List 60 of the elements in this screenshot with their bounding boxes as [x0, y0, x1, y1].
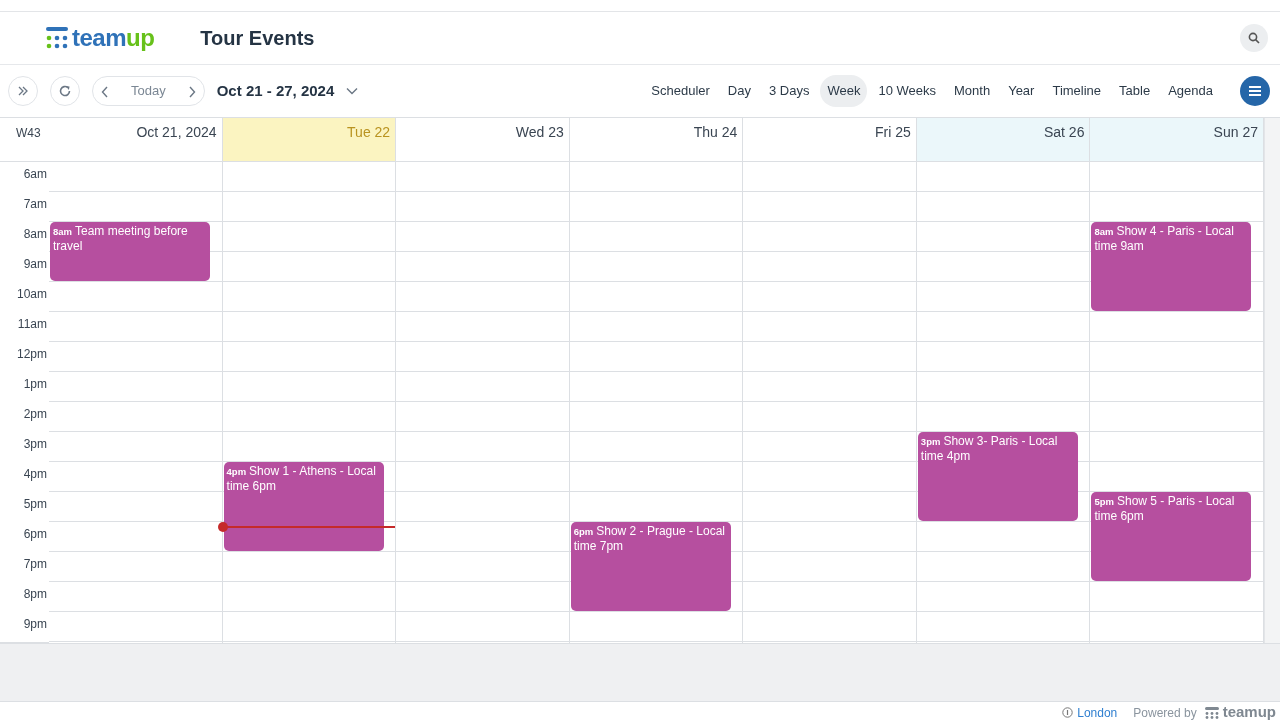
view-tab[interactable]: Week	[820, 75, 868, 107]
double-chevron-icon	[17, 85, 29, 97]
menu-button[interactable]	[1240, 76, 1270, 106]
hour-label: 10am	[15, 286, 48, 303]
logo-icon	[46, 27, 68, 49]
view-tab[interactable]: Table	[1112, 75, 1158, 107]
view-tab[interactable]: Agenda	[1161, 75, 1220, 107]
view-tab[interactable]: Year	[1001, 75, 1042, 107]
hour-label: 6pm	[22, 526, 48, 543]
date-range-picker[interactable]: Oct 21 - 27, 2024	[216, 79, 335, 103]
event-block[interactable]: 3pm Show 3- Paris - Local time 4pm	[917, 432, 1078, 521]
hour-label: 8am	[22, 226, 48, 243]
hour-label: 1pm	[22, 376, 48, 393]
powered-by-text: Powered by	[1133, 704, 1197, 722]
week-number: W43	[16, 125, 41, 142]
hour-label: 11am	[16, 316, 48, 333]
view-tab[interactable]: Day	[720, 75, 758, 107]
info-icon	[1062, 707, 1074, 718]
day-header: Sun 27	[1090, 118, 1264, 162]
menu-icon	[1248, 85, 1262, 97]
chevron-right-icon	[187, 85, 196, 98]
hour-label: 9pm	[22, 616, 48, 633]
calendar-title: Tour Events	[200, 26, 315, 51]
scrollbar[interactable]	[1264, 118, 1280, 643]
event-block[interactable]: 4pm Show 1 - Athens - Local time 6pm	[223, 462, 384, 551]
day-header: Tue 22	[222, 118, 397, 162]
hour-label: 6am	[22, 166, 48, 183]
view-tab[interactable]: 10 Weeks	[871, 75, 943, 107]
view-tab[interactable]: Month	[947, 75, 998, 107]
event-block[interactable]: 8am Team meeting before travel	[50, 222, 210, 281]
hour-label: 4pm	[22, 466, 48, 483]
view-tab[interactable]: Timeline	[1045, 75, 1109, 107]
hour-label: 9am	[22, 256, 48, 273]
search-button[interactable]	[1240, 24, 1268, 52]
hour-label: 7am	[22, 196, 48, 213]
hour-label: 12pm	[15, 346, 48, 363]
day-header: Fri 25	[743, 118, 917, 162]
view-tab[interactable]: 3 Days	[761, 75, 817, 107]
hour-label: 8pm	[22, 586, 48, 603]
brand-logo-text: teamup	[72, 26, 155, 50]
hour-label: 5pm	[22, 496, 48, 513]
chevron-down-icon[interactable]	[346, 87, 359, 95]
timezone-link[interactable]: London	[1077, 703, 1118, 722]
hour-label: 2pm	[22, 406, 48, 423]
hour-label: 3pm	[22, 436, 48, 453]
refresh-icon	[58, 84, 72, 98]
event-block[interactable]: 8am Show 4 - Paris - Local time 9am	[1091, 222, 1252, 311]
logo-icon	[1204, 706, 1219, 719]
hour-label: 7pm	[22, 556, 48, 573]
day-header: Oct 21, 2024	[136, 123, 217, 142]
event-block[interactable]: 5pm Show 5 - Paris - Local time 6pm	[1091, 492, 1252, 581]
day-header: Thu 24	[569, 118, 744, 162]
brand-logo-text: teamup	[1222, 702, 1276, 722]
search-icon	[1248, 32, 1260, 44]
day-header: Wed 23	[396, 118, 570, 162]
chevron-left-icon	[101, 85, 109, 98]
view-tab[interactable]: Scheduler	[644, 75, 717, 107]
event-block[interactable]: 6pm Show 2 - Prague - Local time 7pm	[570, 522, 731, 611]
day-header: Sat 26	[916, 118, 1091, 162]
refresh-button[interactable]	[50, 76, 80, 106]
